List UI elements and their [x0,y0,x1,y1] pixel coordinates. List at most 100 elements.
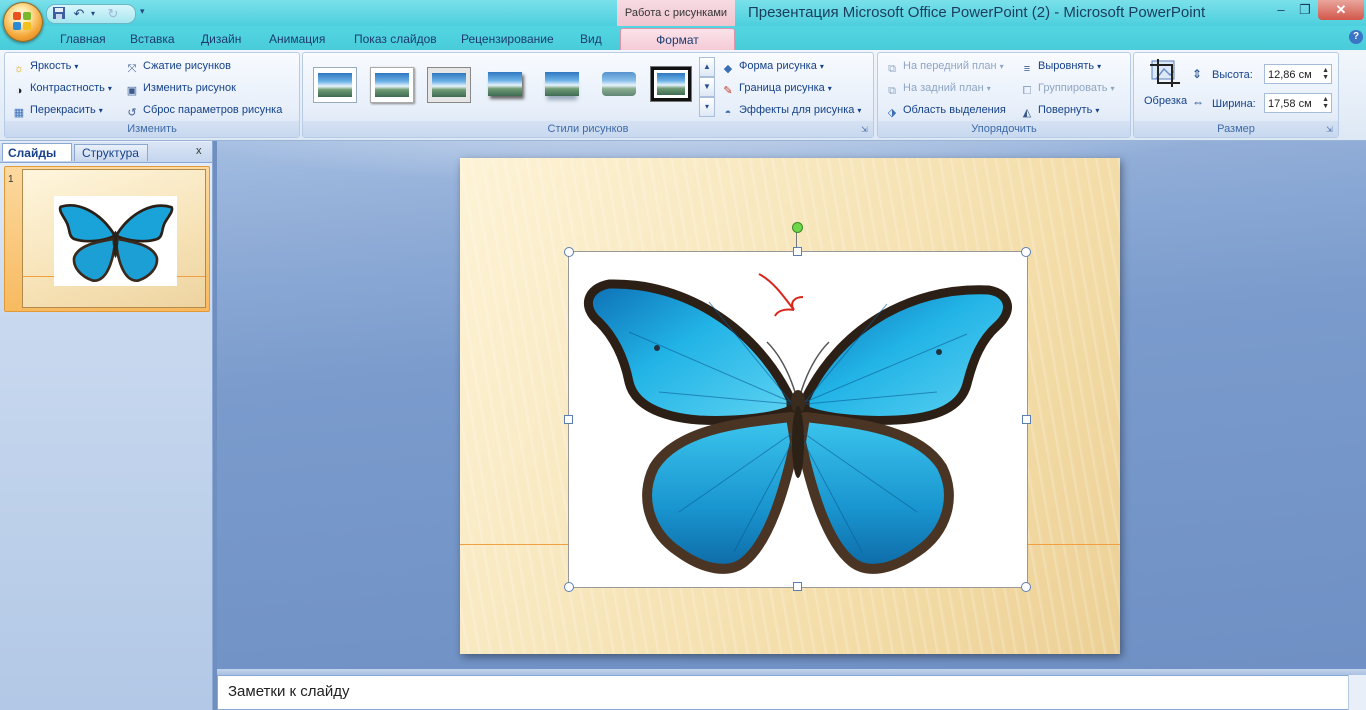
close-button[interactable]: ✕ [1318,0,1364,20]
help-icon[interactable]: ? [1349,30,1363,44]
selection-pane-icon: ⬗ [887,107,897,119]
selected-butterfly-picture[interactable] [568,251,1028,588]
office-logo-icon [13,12,33,32]
picture-border-button[interactable]: ✎ Граница рисунка ▾ [721,79,831,97]
tab-slideshow[interactable]: Показ слайдов [354,32,437,46]
gallery-expand[interactable]: ▾ [699,97,715,117]
rotate-button[interactable]: ◭ Повернуть ▾ [1020,101,1100,119]
effects-icon: ◓ [724,107,732,119]
bring-forward-icon: ⧉ [888,63,896,75]
picture-border-label: Граница рисунка [739,82,825,94]
reset-picture-icon: ↺ [127,107,137,119]
reset-picture-label: Сброс параметров рисунка [143,104,283,116]
selection-pane-label: Область выделения [903,104,1006,116]
bring-forward-button[interactable]: ⧉ На передний план ▾ [885,57,1004,75]
tab-review[interactable]: Рецензирование [461,32,554,46]
tab-format[interactable]: Формат [620,28,735,52]
picture-style-shadow[interactable] [484,67,526,101]
picture-style-reflection[interactable] [541,67,583,101]
width-field[interactable]: 17,58 см ▲ ▼ [1264,93,1332,113]
dialog-launcher-icon[interactable]: ⇲ [861,125,871,135]
group-label-arrange: Упорядочить [878,121,1130,137]
office-button[interactable] [3,2,43,42]
group-picture-styles: ▲ ▼ ▾ ◆ Форма рисунка ▾ ✎ Граница рисунка ▾ … [302,52,874,138]
style-preview-icon [657,73,685,95]
send-backward-icon: ⧉ [888,85,896,97]
crop-button[interactable]: Обрезка [1140,57,1188,117]
customize-qat-icon[interactable]: ▾ [140,6,145,17]
compress-label: Сжатие рисунков [143,60,232,72]
tab-home[interactable]: Главная [60,32,106,46]
contrast-label: Контрастность [30,82,105,94]
resize-handle-bottom-left[interactable] [564,582,574,592]
width-label: Ширина: [1212,98,1256,110]
chevron-down-icon: ▾ [857,106,862,115]
chevron-down-icon: ▾ [986,84,991,93]
chevron-down-icon: ▾ [74,62,79,71]
selection-pane-button[interactable]: ⬗ Область выделения [885,101,1006,119]
resize-handle-top-right[interactable] [1021,247,1031,257]
chevron-down-icon: ▾ [98,106,103,115]
brightness-button[interactable]: ☼ Яркость ▾ [12,57,78,75]
picture-shape-button[interactable]: ◆ Форма рисунка ▾ [721,57,824,75]
save-icon[interactable] [51,6,67,22]
maximize-button[interactable]: ❐ [1292,0,1318,20]
gallery-scroll-up[interactable]: ▲ [699,57,715,77]
style-preview-icon [375,73,409,97]
style-preview-icon [432,73,466,97]
resize-handle-right[interactable] [1022,415,1031,424]
undo-dropdown-icon[interactable]: ▾ [85,6,101,22]
style-preview-icon [488,72,522,96]
contrast-icon: ◑ [15,85,23,97]
contrast-button[interactable]: ◑ Контрастность ▾ [12,79,112,97]
group-button[interactable]: ⧠ Группировать ▾ [1020,79,1115,97]
rotate-handle[interactable] [792,222,803,233]
window-title: Презентация Microsoft Office PowerPoint … [748,4,1206,21]
tab-outline[interactable]: Структура [74,144,148,161]
chevron-down-icon: ▾ [1097,62,1102,71]
picture-style-soft-frame[interactable] [370,67,414,103]
resize-handle-bottom-right[interactable] [1021,582,1031,592]
close-pane-icon[interactable]: x [196,145,202,157]
resize-handle-top[interactable] [793,247,802,256]
picture-style-gray-frame[interactable] [427,67,471,103]
group-arrange: ⧉ На передний план ▾ ⧉ На задний план ▾ ⬗ Обл… [877,52,1131,138]
picture-style-simple-frame[interactable] [313,67,357,103]
change-picture-button[interactable]: ▣ Изменить рисунок [125,79,236,97]
send-backward-button[interactable]: ⧉ На задний план ▾ [885,79,991,97]
thumbnail-butterfly-image [54,196,177,286]
notes-pane[interactable] [217,675,1349,710]
tab-insert[interactable]: Вставка [130,32,175,46]
resize-handle-top-left[interactable] [564,247,574,257]
height-spinner-icon[interactable]: ▲ ▼ [1322,67,1329,81]
tab-view[interactable]: Вид [580,32,602,46]
picture-style-soft-edges[interactable] [598,67,640,101]
height-icon: ⇕ [1192,67,1203,81]
shape-icon: ◆ [723,63,733,75]
align-label: Выровнять [1038,60,1095,72]
bring-forward-label: На передний план [903,60,997,72]
notes-scrollbar[interactable] [1348,675,1366,710]
tab-slides[interactable]: Слайды [2,143,72,161]
brightness-icon: ☼ [13,63,25,75]
notes-placeholder: Заметки к слайду [228,683,350,700]
picture-style-black-frame[interactable] [650,66,692,102]
resize-handle-left[interactable] [564,415,573,424]
reset-picture-button[interactable]: ↺ Сброс параметров рисунка [125,101,282,119]
align-button[interactable]: ≡ Выровнять ▾ [1020,57,1101,75]
width-spinner-icon[interactable]: ▲ ▼ [1322,96,1329,110]
picture-effects-button[interactable]: ◓ Эффекты для рисунка ▾ [721,101,862,119]
dialog-launcher-icon[interactable]: ⇲ [1326,125,1336,135]
minimize-button[interactable]: – [1268,0,1294,20]
compress-pictures-button[interactable]: ⤧ Сжатие рисунков [125,57,231,75]
butterfly-image [584,273,1012,574]
gallery-scroll-down[interactable]: ▼ [699,77,715,97]
redo-icon[interactable]: ↻ [105,6,121,22]
change-picture-icon: ▣ [126,85,138,97]
recolor-button[interactable]: ▦ Перекрасить ▾ [12,101,103,119]
tab-design[interactable]: Дизайн [201,32,241,46]
height-field[interactable]: 12,86 см ▲ ▼ [1264,64,1332,84]
style-preview-icon [318,73,352,97]
tab-animation[interactable]: Анимация [269,32,325,46]
resize-handle-bottom[interactable] [793,582,802,591]
